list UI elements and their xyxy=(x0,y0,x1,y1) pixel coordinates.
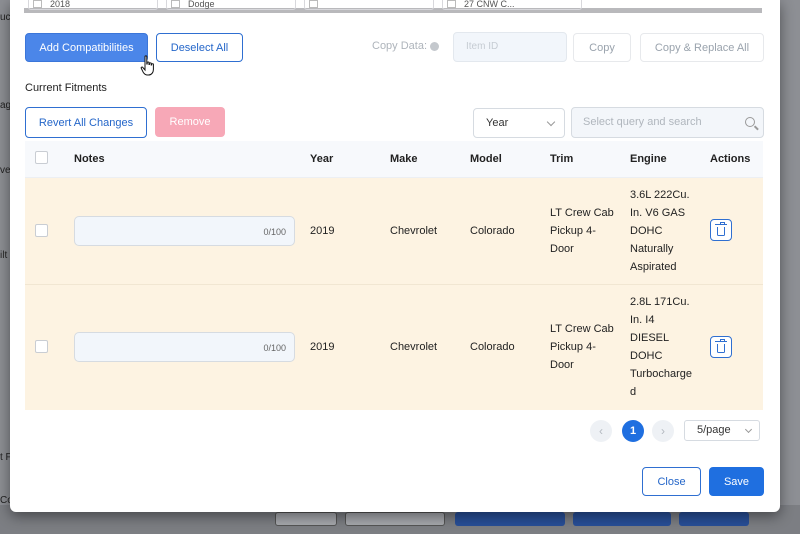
hand-cursor-icon xyxy=(140,55,154,76)
revert-all-changes-button[interactable]: Revert All Changes xyxy=(25,107,147,138)
page-1-button[interactable]: 1 xyxy=(622,420,644,442)
item-id-input[interactable]: Item ID xyxy=(453,32,567,62)
table-row: 0/100 2019 Chevrolet Colorado LT Crew Ca… xyxy=(25,285,763,410)
model-field-fragment[interactable] xyxy=(304,0,434,10)
cell-year: 2019 xyxy=(310,341,335,353)
select-all-checkbox[interactable] xyxy=(35,151,48,164)
notes-input[interactable]: 0/100 xyxy=(74,332,295,362)
cell-make: Chevrolet xyxy=(390,341,438,353)
info-icon xyxy=(430,41,440,51)
trim-field-fragment[interactable]: 27 CNW C... xyxy=(442,0,582,10)
background-button xyxy=(275,512,337,526)
background-button xyxy=(679,512,749,526)
copy-replace-all-button[interactable]: Copy & Replace All xyxy=(640,33,764,62)
copy-button[interactable]: Copy xyxy=(573,33,631,62)
row-checkbox[interactable] xyxy=(35,340,48,353)
close-button[interactable]: Close xyxy=(642,467,701,496)
copy-data-label: Copy Data: xyxy=(372,40,440,52)
background-button xyxy=(345,512,445,526)
cell-engine: 2.8L 171Cu. In. I4 DIESEL DOHC Turbocharge d xyxy=(630,296,692,398)
make-field-fragment[interactable]: Dodge xyxy=(166,0,296,10)
table-header: Notes Year Make Model Trim Engine Action… xyxy=(25,141,763,178)
column-header-make: Make xyxy=(390,153,418,165)
notes-input[interactable]: 0/100 xyxy=(74,216,295,246)
background-text: ve xyxy=(0,165,11,176)
compatibility-filter-strip: 2018 Dodge 27 CNW C... xyxy=(24,0,762,13)
column-header-notes: Notes xyxy=(74,153,105,165)
cell-trim: LT Crew Cab Pickup 4- Door xyxy=(550,207,614,255)
prev-page-button[interactable]: ‹ xyxy=(590,420,612,442)
add-compatibilities-button[interactable]: Add Compatibilities xyxy=(25,33,148,62)
row-checkbox[interactable] xyxy=(35,224,48,237)
delete-row-button[interactable] xyxy=(710,219,732,241)
cell-model: Colorado xyxy=(470,341,515,353)
background-text: uc xyxy=(0,12,11,23)
save-button[interactable]: Save xyxy=(709,467,764,496)
trash-icon xyxy=(715,221,727,236)
search-input[interactable]: Select query and search xyxy=(571,107,764,138)
next-page-button[interactable]: › xyxy=(652,420,674,442)
current-fitments-title: Current Fitments xyxy=(25,82,107,94)
delete-row-button[interactable] xyxy=(710,336,732,358)
deselect-all-button[interactable]: Deselect All xyxy=(156,33,243,62)
background-button xyxy=(455,512,565,526)
column-header-trim: Trim xyxy=(550,153,574,165)
page-size-select[interactable]: 5/page xyxy=(684,420,760,441)
trash-icon xyxy=(715,338,727,353)
table-row: 0/100 2019 Chevrolet Colorado LT Crew Ca… xyxy=(25,178,763,285)
background-text: ilt xyxy=(0,250,8,261)
column-header-engine: Engine xyxy=(630,153,667,165)
background-button xyxy=(573,512,671,526)
year-field-fragment[interactable]: 2018 xyxy=(28,0,158,10)
cell-year: 2019 xyxy=(310,225,335,237)
cell-make: Chevrolet xyxy=(390,225,438,237)
fitments-table: Notes Year Make Model Trim Engine Action… xyxy=(25,141,763,410)
cell-trim: LT Crew Cab Pickup 4- Door xyxy=(550,323,614,371)
column-header-actions: Actions xyxy=(710,153,751,165)
column-header-year: Year xyxy=(310,153,334,165)
remove-button[interactable]: Remove xyxy=(155,107,225,137)
column-header-model: Model xyxy=(470,153,502,165)
filter-field-select[interactable]: Year xyxy=(473,108,565,138)
chevron-down-icon xyxy=(744,425,753,434)
cell-engine: 3.6L 222Cu. In. V6 GAS DOHC Naturally Aspira… xyxy=(630,189,690,273)
chevron-down-icon xyxy=(546,117,556,127)
search-icon[interactable] xyxy=(745,117,755,127)
cell-model: Colorado xyxy=(470,225,515,237)
fitments-modal: 2018 Dodge 27 CNW C... Add Compatibiliti… xyxy=(10,0,780,512)
